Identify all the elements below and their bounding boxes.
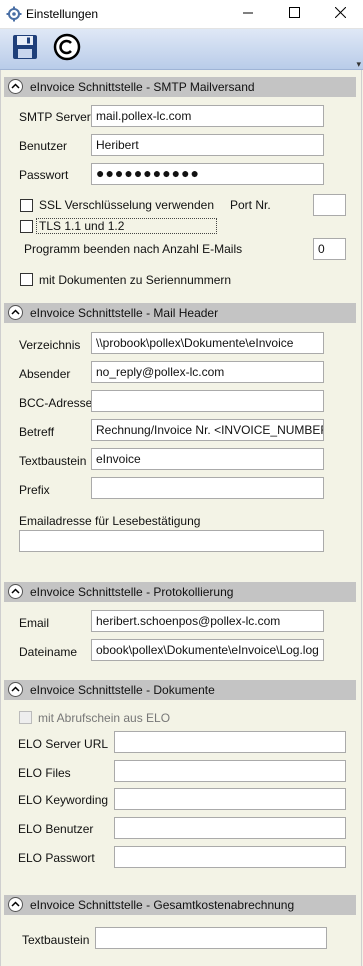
ssl-checkbox[interactable] <box>20 199 33 212</box>
subject-label: Betreff <box>19 425 55 439</box>
group-title: eInvoice Schnittstelle - Dokumente <box>30 683 215 697</box>
group-header-billing[interactable]: eInvoice Schnittstelle - Gesamtkostenabr… <box>4 895 356 915</box>
settings-gear-icon <box>6 6 22 22</box>
password-input[interactable]: ●●●●●●●●●●● <box>91 163 324 185</box>
group-title: eInvoice Schnittstelle - SMTP Mailversan… <box>30 80 255 94</box>
quit-after-input[interactable]: 0 <box>313 238 346 260</box>
user-label: Benutzer <box>19 139 68 153</box>
elo-server-url-input[interactable] <box>114 731 346 753</box>
billing-textblock-input[interactable] <box>95 927 327 949</box>
read-receipt-label: Emailadresse für Lesebestätigung <box>19 514 201 528</box>
serial-docs-checkbox[interactable] <box>20 273 33 286</box>
save-button[interactable] <box>10 33 40 63</box>
bcc-label: BCC-Adresse <box>19 396 93 410</box>
group-header-mail[interactable]: eInvoice Schnittstelle - Mail Header <box>4 303 356 323</box>
toolbar: ▾ <box>0 29 363 70</box>
elo-password-label: ELO Passwort <box>18 851 95 865</box>
directory-label: Verzeichnis <box>19 338 81 352</box>
group-title: eInvoice Schnittstelle - Gesamtkostenabr… <box>30 898 295 912</box>
elo-server-url-label: ELO Server URL <box>18 737 109 751</box>
elo-keywording-input[interactable] <box>114 788 346 810</box>
ssl-label: SSL Verschlüsselung verwenden <box>39 198 214 212</box>
elo-user-label: ELO Benutzer <box>18 822 94 836</box>
port-label: Port Nr. <box>230 198 271 212</box>
tls-label: TLS 1.1 und 1.2 <box>39 219 125 233</box>
close-button[interactable] <box>317 0 363 28</box>
textblock-label: Textbaustein <box>19 454 87 468</box>
elo-receipt-label: mit Abrufschein aus ELO <box>38 711 171 725</box>
prefix-input[interactable] <box>91 477 324 499</box>
sender-input[interactable]: no_reply@pollex-lc.com <box>91 361 324 383</box>
smtp-server-input[interactable]: mail.pollex-lc.com <box>91 105 324 127</box>
sender-label: Absender <box>19 367 71 381</box>
minimize-button[interactable] <box>225 0 271 28</box>
elo-files-input[interactable] <box>114 760 346 782</box>
elo-keywording-label: ELO Keywording <box>18 793 109 807</box>
group-title: eInvoice Schnittstelle - Protokollierung <box>30 585 234 599</box>
password-label: Passwort <box>19 168 69 182</box>
bcc-input[interactable] <box>91 390 324 412</box>
group-title: eInvoice Schnittstelle - Mail Header <box>30 306 219 320</box>
textblock-input[interactable]: eInvoice <box>91 448 324 470</box>
log-file-input[interactable]: obook\pollex\Dokumente\eInvoice\Log.log <box>91 639 324 661</box>
collapse-chevron-up-icon[interactable] <box>8 584 23 599</box>
log-email-label: Email <box>19 616 50 630</box>
close-icon <box>334 6 346 21</box>
quit-after-label: Programm beenden nach Anzahl E-Mails <box>24 242 243 256</box>
smtp-server-label: SMTP Server <box>19 110 91 124</box>
minimize-icon <box>243 7 253 21</box>
copyright-icon <box>53 33 81 64</box>
group-header-smtp[interactable]: eInvoice Schnittstelle - SMTP Mailversan… <box>4 77 356 97</box>
prefix-label: Prefix <box>19 483 50 497</box>
log-file-label: Dateiname <box>19 645 78 659</box>
maximize-button[interactable] <box>271 0 317 28</box>
directory-input[interactable]: \\probook\pollex\Dokumente\eInvoice <box>91 332 324 354</box>
title-bar: Einstellungen <box>0 0 363 29</box>
collapse-chevron-up-icon[interactable] <box>8 79 23 94</box>
log-email-input[interactable]: heribert.schoenpos@pollex-lc.com <box>91 610 324 632</box>
elo-files-label: ELO Files <box>18 766 71 780</box>
collapse-chevron-up-icon[interactable] <box>8 897 23 912</box>
window-title: Einstellungen <box>26 7 99 21</box>
port-input[interactable] <box>313 194 346 216</box>
collapse-chevron-up-icon[interactable] <box>8 305 23 320</box>
subject-input[interactable]: Rechnung/Invoice Nr. <INVOICE_NUMBER> <box>91 419 324 441</box>
elo-password-input[interactable] <box>114 846 346 868</box>
copyright-button[interactable] <box>52 33 82 63</box>
elo-user-input[interactable] <box>114 817 346 839</box>
collapse-chevron-up-icon[interactable] <box>8 682 23 697</box>
toolbar-overflow-icon[interactable]: ▾ <box>356 59 361 70</box>
user-input[interactable]: Heribert <box>91 134 324 156</box>
elo-receipt-checkbox[interactable] <box>19 711 32 724</box>
maximize-icon <box>288 7 300 21</box>
group-header-logging[interactable]: eInvoice Schnittstelle - Protokollierung <box>4 582 356 602</box>
billing-textblock-label: Textbaustein <box>22 933 90 947</box>
floppy-disk-icon <box>12 34 38 63</box>
group-header-documents[interactable]: eInvoice Schnittstelle - Dokumente <box>4 680 356 700</box>
serial-docs-label: mit Dokumenten zu Seriennummern <box>39 273 232 287</box>
read-receipt-input[interactable] <box>19 530 324 552</box>
tls-checkbox[interactable] <box>20 220 33 233</box>
